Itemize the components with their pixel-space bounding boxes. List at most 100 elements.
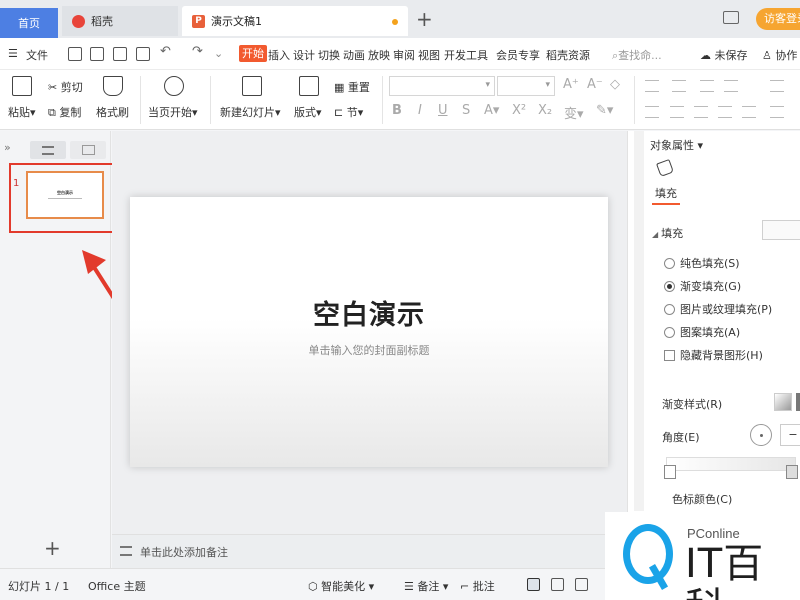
slide-thumbnail[interactable]: 空白演示 bbox=[26, 171, 104, 219]
line-spacing-icon[interactable] bbox=[770, 106, 784, 118]
superscript-icon[interactable]: X² bbox=[512, 103, 526, 118]
cloud-status[interactable]: ☁ 未保存 bbox=[700, 47, 748, 63]
align-left-icon[interactable] bbox=[645, 106, 659, 118]
export-icon[interactable] bbox=[90, 47, 104, 61]
smart-beautify-button[interactable]: ⬡ 智能美化 ▾ bbox=[308, 578, 374, 594]
radio-button[interactable] bbox=[664, 304, 675, 315]
radio-solid-fill[interactable]: 纯色填充(S) bbox=[664, 255, 740, 271]
tab-document[interactable]: P 演示文稿1 bbox=[182, 6, 408, 36]
new-slide-button[interactable]: 新建幻灯片▾ bbox=[220, 104, 281, 120]
new-tab-button[interactable]: + bbox=[416, 9, 433, 29]
slide-title[interactable]: 空白演示 bbox=[130, 293, 608, 332]
radio-button[interactable] bbox=[664, 327, 675, 338]
angle-dial[interactable] bbox=[750, 424, 772, 446]
new-slide-icon[interactable] bbox=[242, 76, 262, 96]
fill-color-dropdown[interactable] bbox=[762, 220, 800, 240]
cut-button[interactable]: ✂ 剪切 bbox=[48, 79, 83, 95]
panel-title[interactable]: 对象属性 ▾ bbox=[650, 137, 703, 153]
decrease-indent-icon[interactable] bbox=[700, 80, 714, 92]
subscript-icon[interactable]: X₂ bbox=[538, 103, 552, 118]
play-from-current-button[interactable]: 当页开始▾ bbox=[148, 104, 198, 120]
gradient-style-swatch[interactable] bbox=[774, 393, 792, 411]
slide[interactable]: 空白演示 单击输入您的封面副标题 bbox=[130, 197, 608, 467]
menu-insert[interactable]: 插入 bbox=[268, 47, 290, 63]
angle-decrement-button[interactable]: − bbox=[780, 424, 800, 446]
section-button[interactable]: ⊏ 节▾ bbox=[334, 104, 363, 120]
slide-sorter-icon[interactable] bbox=[551, 578, 564, 591]
align-center-icon[interactable] bbox=[670, 106, 684, 118]
panel-scrollbar[interactable] bbox=[634, 131, 644, 511]
radio-gradient-fill[interactable]: 渐变填充(G) bbox=[664, 278, 741, 294]
paste-icon[interactable] bbox=[12, 76, 32, 96]
font-grow-icon[interactable]: A⁺ bbox=[563, 77, 579, 92]
collapse-panel-icon[interactable]: » bbox=[4, 141, 11, 154]
menu-slideshow[interactable]: 放映 bbox=[368, 47, 390, 63]
font-shrink-icon[interactable]: A⁻ bbox=[587, 77, 603, 92]
menu-design[interactable]: 设计 bbox=[293, 47, 315, 63]
save-icon[interactable] bbox=[68, 47, 82, 61]
copy-button[interactable]: ⧉ 复制 bbox=[48, 104, 81, 120]
theme-name[interactable]: Office 主题 bbox=[88, 578, 146, 594]
gradient-bar[interactable] bbox=[666, 457, 796, 471]
reset-button[interactable]: ▦ 重置 bbox=[334, 79, 370, 95]
font-size-select[interactable]: ▾ bbox=[497, 76, 555, 96]
align-right-icon[interactable] bbox=[694, 106, 708, 118]
radio-button-checked[interactable] bbox=[664, 281, 675, 292]
radio-button[interactable] bbox=[664, 258, 675, 269]
print-icon[interactable] bbox=[113, 47, 127, 61]
normal-view-icon[interactable] bbox=[527, 578, 540, 591]
add-slide-button[interactable]: + bbox=[44, 538, 61, 558]
reading-view-icon[interactable] bbox=[575, 578, 588, 591]
menu-file[interactable]: 文件 bbox=[26, 47, 48, 63]
print-preview-icon[interactable] bbox=[136, 47, 150, 61]
notes-placeholder[interactable]: 单击此处添加备注 bbox=[140, 544, 228, 560]
numbered-list-icon[interactable] bbox=[672, 80, 686, 92]
menu-home[interactable]: 开始 bbox=[239, 45, 267, 62]
fill-bucket-icon[interactable] bbox=[656, 159, 674, 177]
format-painter-icon[interactable] bbox=[103, 76, 123, 96]
tab-daoke[interactable]: 稻壳 bbox=[62, 6, 178, 36]
layout-button[interactable]: 版式▾ bbox=[294, 104, 322, 120]
slide-canvas[interactable]: 空白演示 单击输入您的封面副标题 bbox=[112, 131, 627, 534]
fill-section-header[interactable]: ◢ 填充 bbox=[652, 225, 683, 241]
font-color-icon[interactable]: A▾ bbox=[484, 103, 499, 118]
command-search[interactable]: ⌕查找命... bbox=[612, 47, 662, 63]
distribute-icon[interactable] bbox=[742, 106, 756, 118]
visitor-login-button[interactable]: 访客登录 bbox=[756, 8, 800, 30]
menu-daoke-resources[interactable]: 稻壳资源 bbox=[546, 47, 590, 63]
thumbnail-view-tab[interactable] bbox=[70, 141, 106, 159]
outline-view-tab[interactable] bbox=[30, 141, 66, 159]
format-painter-button[interactable]: 格式刷 bbox=[96, 104, 129, 120]
radio-picture-fill[interactable]: 图片或纹理填充(P) bbox=[664, 301, 772, 317]
gradient-style-dropdown[interactable] bbox=[796, 393, 800, 411]
clear-format-icon[interactable]: ◇ bbox=[610, 77, 620, 92]
collab-button[interactable]: ♙ 协作 bbox=[762, 47, 797, 63]
more-icon[interactable]: ⌄ bbox=[214, 47, 223, 60]
strikethrough-icon[interactable]: S bbox=[462, 103, 470, 118]
gradient-stop-left[interactable] bbox=[664, 465, 676, 479]
checkbox[interactable] bbox=[664, 350, 675, 361]
hide-background-checkbox[interactable]: 隐藏背景图形(H) bbox=[664, 347, 763, 363]
bullet-list-icon[interactable] bbox=[645, 80, 659, 92]
menu-developer[interactable]: 开发工具 bbox=[444, 47, 488, 63]
highlight-icon[interactable]: ✎▾ bbox=[596, 103, 613, 118]
slide-subtitle[interactable]: 单击输入您的封面副标题 bbox=[130, 342, 608, 358]
play-icon[interactable] bbox=[164, 76, 184, 96]
undo-icon[interactable]: ↶ bbox=[160, 44, 171, 59]
layout-icon[interactable] bbox=[299, 76, 319, 96]
menu-transition[interactable]: 切换 bbox=[318, 47, 340, 63]
gradient-stop-right[interactable] bbox=[786, 465, 798, 479]
menu-member[interactable]: 会员专享 bbox=[496, 47, 540, 63]
comments-button[interactable]: ⌐ 批注 bbox=[460, 578, 495, 594]
tab-home[interactable]: 首页 bbox=[0, 8, 58, 38]
font-family-select[interactable]: ▾ bbox=[389, 76, 495, 96]
italic-icon[interactable]: I bbox=[418, 103, 422, 118]
paste-button[interactable]: 粘贴▾ bbox=[8, 104, 36, 120]
radio-pattern-fill[interactable]: 图案填充(A) bbox=[664, 324, 740, 340]
char-spacing-icon[interactable]: 变▾ bbox=[564, 103, 584, 122]
underline-icon[interactable]: U bbox=[438, 103, 448, 118]
notes-bar[interactable]: 单击此处添加备注 bbox=[112, 534, 627, 568]
text-direction-icon[interactable] bbox=[770, 80, 784, 92]
menu-view[interactable]: 视图 bbox=[418, 47, 440, 63]
window-layout-icon[interactable] bbox=[723, 11, 739, 24]
